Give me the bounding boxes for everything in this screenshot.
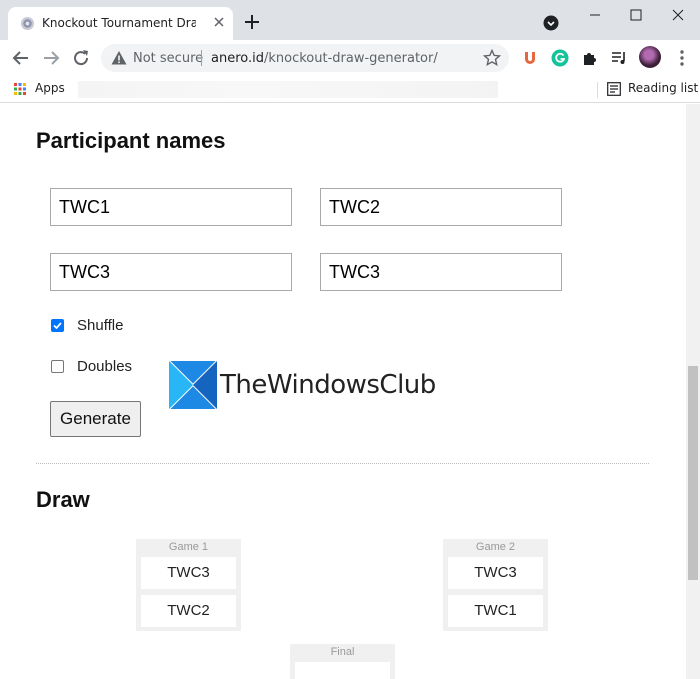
media-control-icon[interactable] [610, 49, 628, 67]
grammarly-icon[interactable] [551, 49, 569, 67]
warning-icon[interactable] [111, 50, 127, 66]
participants-heading: Participant names [36, 128, 226, 153]
back-arrow-icon[interactable] [10, 47, 32, 69]
tab-title: Knockout Tournament Draw Generator [42, 16, 196, 30]
reading-list-divider [597, 82, 598, 98]
doubles-label[interactable]: Doubles [77, 358, 132, 375]
game-card: Game 2 TWC3 TWC1 [443, 539, 548, 631]
section-divider [36, 463, 649, 464]
tab-strip: Knockout Tournament Draw Generator [0, 0, 700, 40]
minimize-icon[interactable] [584, 6, 606, 24]
url-host: anero.id [211, 51, 264, 66]
apps-label[interactable]: Apps [35, 81, 65, 95]
close-tab-icon[interactable] [211, 14, 227, 30]
page-content: Participant names Shuffle Doubles Genera… [0, 104, 686, 679]
site-favicon-icon [20, 16, 35, 31]
security-label[interactable]: Not secure [133, 51, 203, 66]
doubles-checkbox[interactable] [51, 360, 64, 373]
forward-arrow-icon[interactable] [40, 47, 62, 69]
watermark-text: TheWindowsClub [220, 370, 436, 400]
participant-name-3-input[interactable] [50, 253, 292, 291]
address-bar[interactable]: Not secure anero.id/knockout-draw-genera… [101, 44, 509, 72]
new-tab-icon[interactable] [243, 13, 261, 31]
bookmarks-area [78, 81, 498, 98]
tab-search-icon[interactable] [543, 15, 559, 31]
final-title: Final [330, 646, 355, 658]
final-card: Final [290, 644, 395, 679]
final-slot [295, 662, 390, 679]
participant-name-2-input[interactable] [320, 188, 562, 226]
menu-kebab-icon[interactable] [676, 49, 688, 67]
participant-name-4-input[interactable] [320, 253, 562, 291]
apps-grid-icon[interactable] [14, 83, 26, 95]
maximize-icon[interactable] [626, 6, 646, 24]
window-close-icon[interactable] [668, 6, 688, 24]
url-path: /knockout-draw-generator/ [263, 51, 438, 66]
game-player: TWC1 [448, 595, 543, 627]
reload-icon[interactable] [70, 47, 92, 69]
browser-tab[interactable]: Knockout Tournament Draw Generator [8, 7, 233, 40]
game-title: Game 1 [168, 541, 209, 553]
url-divider [201, 50, 202, 66]
shuffle-checkbox[interactable] [51, 319, 64, 332]
game-player: TWC3 [141, 557, 236, 589]
extension-u-icon[interactable] [522, 50, 538, 66]
checkmark-icon [53, 322, 62, 330]
game-title: Game 2 [475, 541, 516, 553]
draw-heading: Draw [36, 487, 90, 512]
game-card: Game 1 TWC3 TWC2 [136, 539, 241, 631]
profile-avatar[interactable] [639, 46, 661, 68]
participant-name-1-input[interactable] [50, 188, 292, 226]
browser-toolbar: Not secure anero.id/knockout-draw-genera… [0, 40, 700, 76]
windows-logo-icon [169, 361, 217, 409]
shuffle-label[interactable]: Shuffle [77, 317, 123, 334]
page-scrollbar[interactable] [686, 104, 700, 679]
bookmark-star-icon[interactable] [483, 49, 501, 67]
game-player: TWC2 [141, 595, 236, 627]
url-text[interactable]: anero.id/knockout-draw-generator/ [211, 51, 438, 66]
game-player: TWC3 [448, 557, 543, 589]
generate-button[interactable]: Generate [50, 401, 141, 437]
bookmarks-bar: Apps Reading list [0, 76, 700, 103]
extensions-puzzle-icon[interactable] [581, 49, 599, 67]
reading-list-icon[interactable] [607, 82, 621, 96]
reading-list-label[interactable]: Reading list [628, 81, 698, 95]
scrollbar-thumb[interactable] [688, 366, 698, 580]
